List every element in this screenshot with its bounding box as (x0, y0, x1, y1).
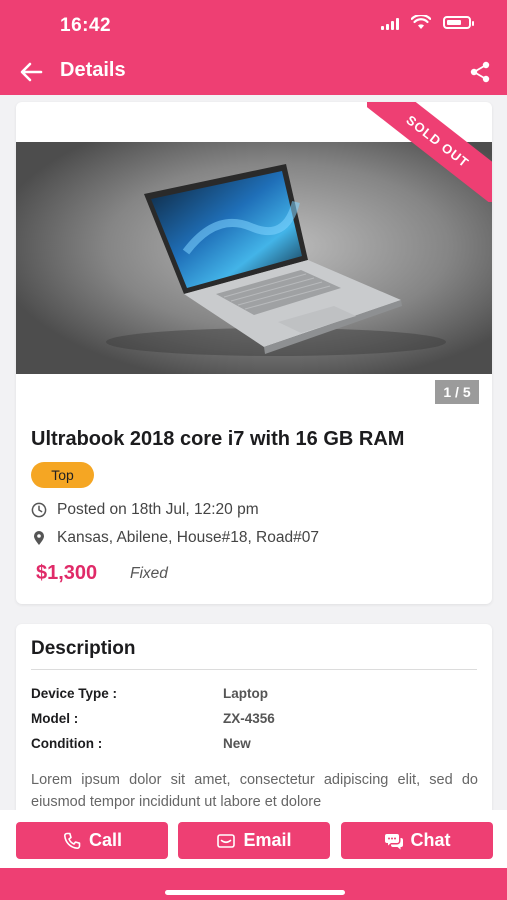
bottom-bar (0, 868, 507, 900)
phone-icon (63, 832, 81, 849)
location-pin-icon (34, 531, 44, 545)
email-icon (217, 833, 236, 848)
call-label: Call (88, 830, 122, 850)
description-card: Description Device Type : Laptop Model :… (16, 624, 492, 824)
chat-button[interactable]: Chat (341, 822, 493, 859)
image-counter: 1 / 5 (435, 380, 479, 404)
cellular-signal-icon (381, 16, 399, 30)
location-text: Kansas, Abilene, House#18, Road#07 (57, 529, 319, 546)
posted-row: Posted on 18th Jul, 12:20 pm (31, 501, 259, 519)
chat-icon (384, 833, 403, 849)
battery-icon (443, 16, 474, 29)
spec-value: New (223, 736, 251, 751)
sold-out-label: SOLD OUT (367, 102, 492, 202)
nav-bar: Details (0, 52, 507, 92)
chat-label: Chat (410, 830, 451, 850)
status-icons (381, 15, 474, 30)
spec-value: ZX-4356 (223, 711, 275, 726)
product-card: SOLD OUT 1 / 5 Ultrabook 2018 core i7 wi… (16, 102, 492, 604)
sold-out-ribbon: SOLD OUT (367, 102, 492, 202)
email-button[interactable]: Email (178, 822, 330, 859)
status-time: 16:42 (60, 15, 112, 36)
action-bar: Call Email Chat (0, 810, 507, 868)
clock-icon (31, 502, 47, 518)
price: $1,300 (36, 562, 98, 584)
posted-date: Posted on 18th Jul, 12:20 pm (57, 501, 259, 518)
spec-label: Device Type : (31, 686, 118, 701)
spec-label: Condition : (31, 736, 103, 751)
description-divider (31, 669, 477, 670)
email-label: Email (243, 830, 292, 850)
price-type: Fixed (130, 565, 168, 582)
location-row: Kansas, Abilene, House#18, Road#07 (31, 529, 319, 547)
description-title: Description (31, 638, 136, 659)
product-title: Ultrabook 2018 core i7 with 16 GB RAM (31, 428, 405, 450)
top-tag: Top (31, 462, 94, 488)
spec-label: Model : (31, 711, 79, 726)
call-button[interactable]: Call (16, 822, 168, 859)
spec-value: Laptop (223, 686, 268, 701)
description-body: Lorem ipsum dolor sit amet, consectetur … (31, 772, 478, 810)
wifi-icon (411, 15, 431, 29)
page-title: Details (60, 59, 126, 81)
share-icon[interactable] (469, 61, 491, 83)
back-arrow-icon[interactable] (19, 61, 43, 83)
app-header: 16:42 Details (0, 0, 507, 95)
home-indicator[interactable] (165, 890, 345, 895)
